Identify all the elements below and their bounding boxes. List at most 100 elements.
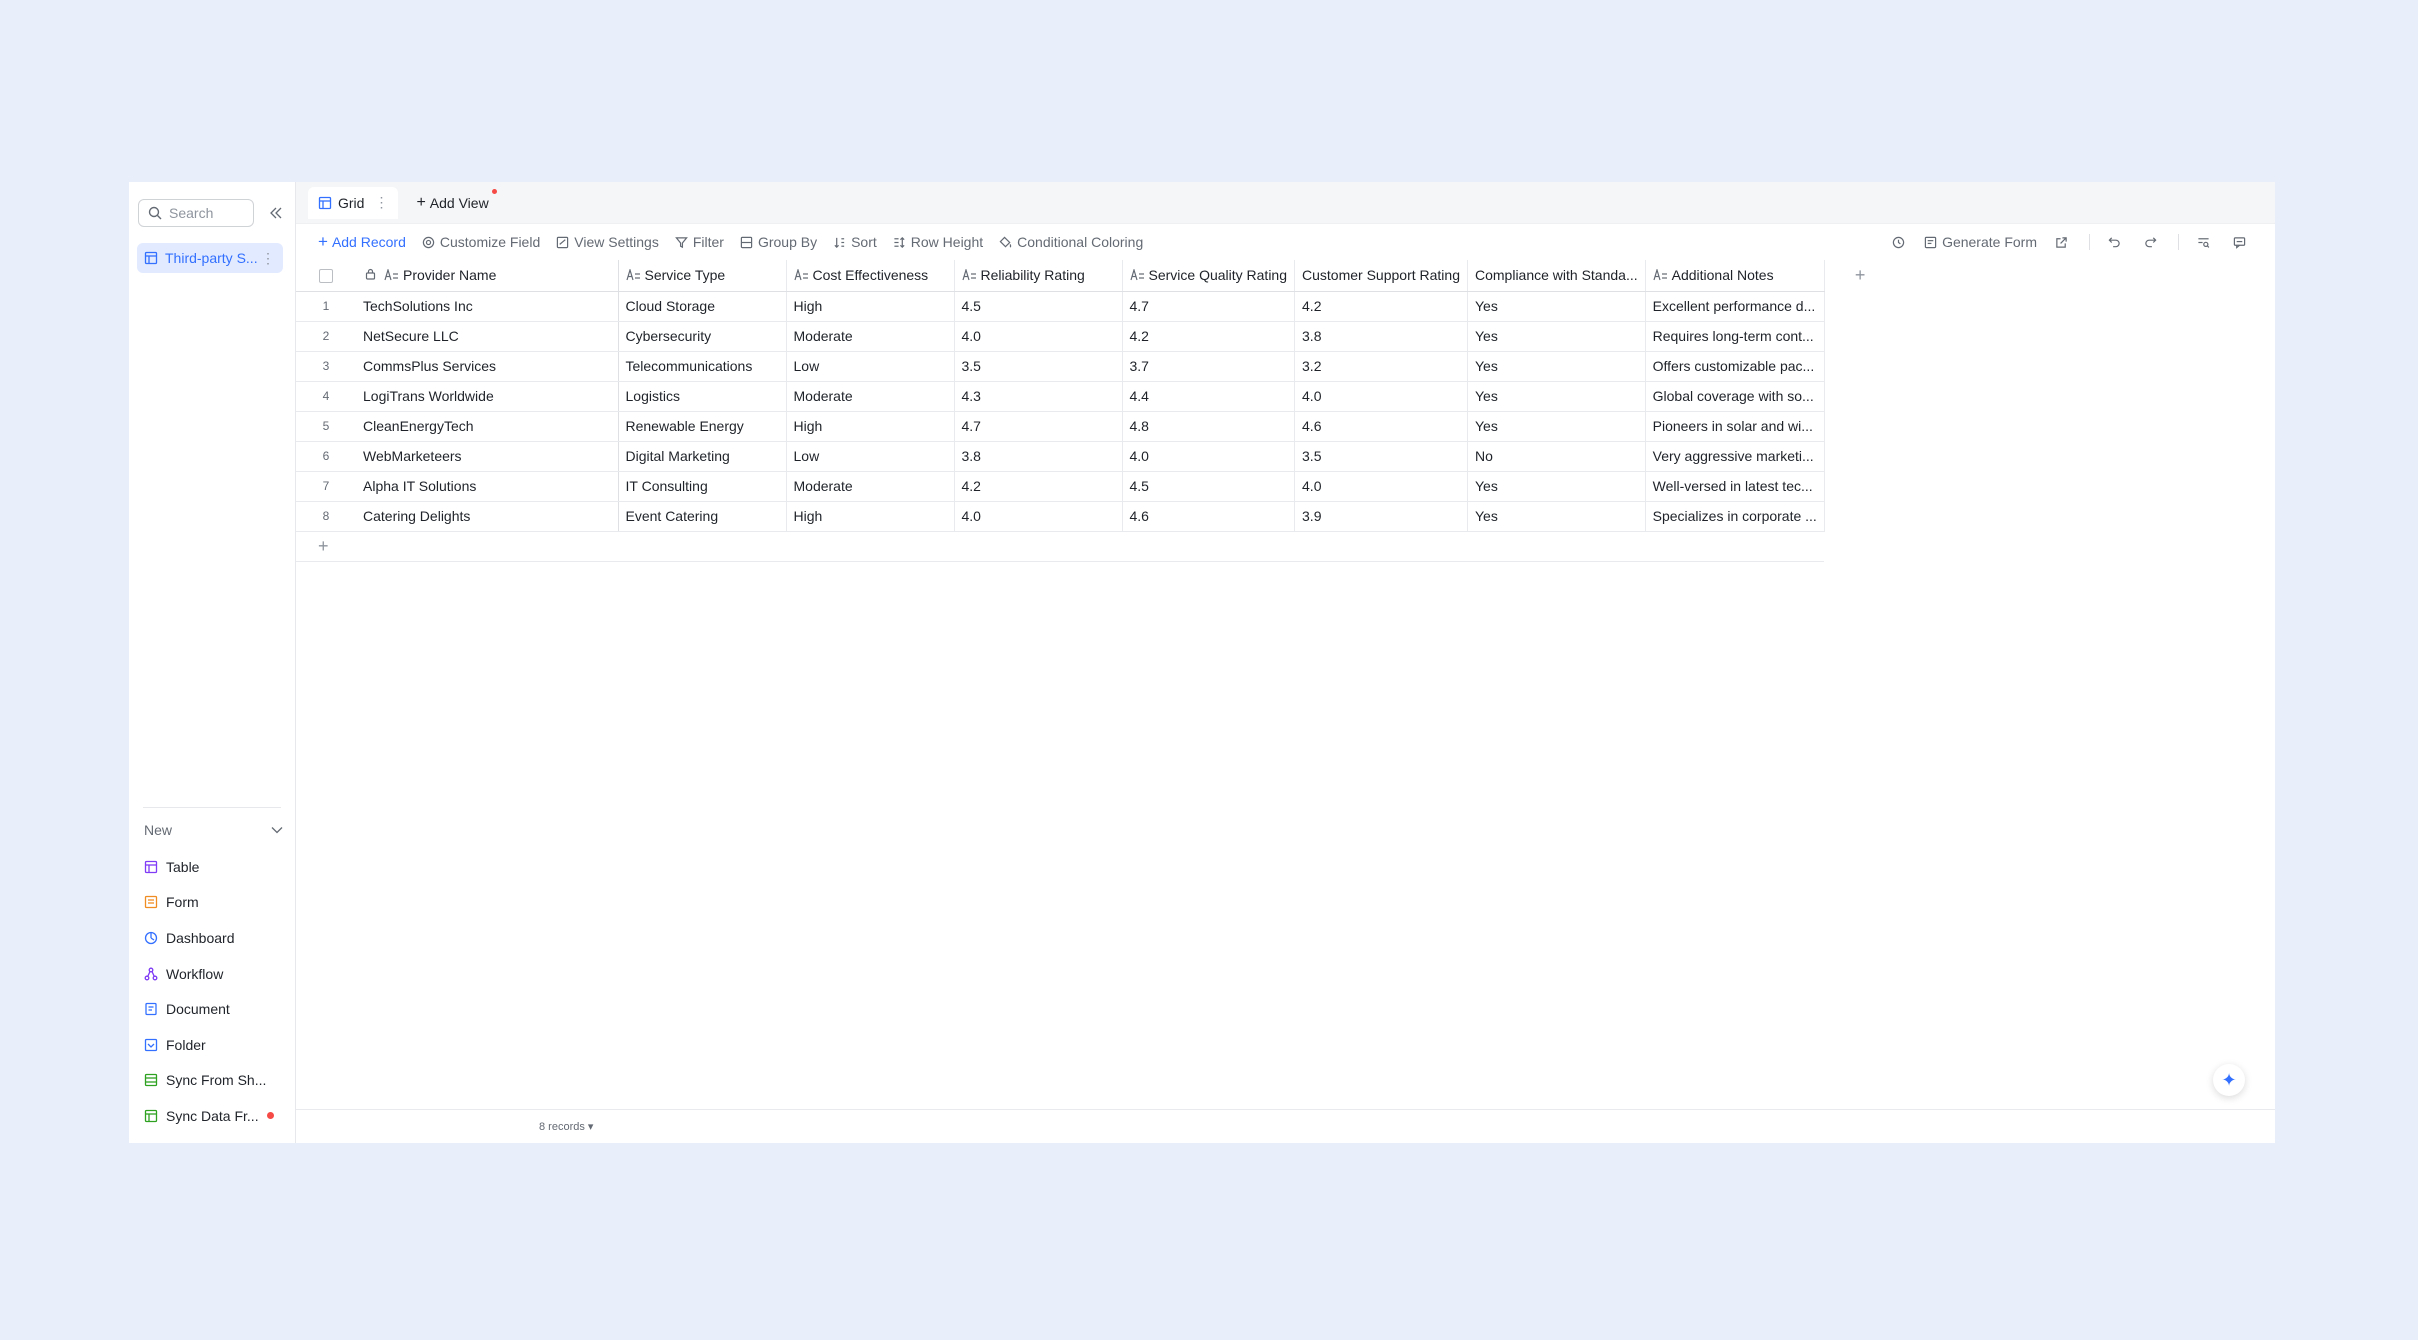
- collapse-sidebar-icon[interactable]: [267, 204, 285, 222]
- cell-service-type[interactable]: Cybersecurity: [618, 321, 787, 352]
- cell-compliance[interactable]: Yes: [1467, 291, 1646, 322]
- cell-customer-support-rating[interactable]: 3.2: [1294, 351, 1468, 382]
- sort-button[interactable]: Sort: [833, 234, 877, 250]
- tab-grid[interactable]: Grid ⋮: [308, 186, 399, 219]
- cell-provider-name[interactable]: WebMarketeers: [356, 441, 619, 472]
- cell-service-quality-rating[interactable]: 4.6: [1122, 501, 1296, 532]
- column-header-service-quality-rating[interactable]: Service Quality Rating: [1122, 260, 1296, 292]
- cell-reliability-rating[interactable]: 4.2: [954, 471, 1123, 502]
- column-header-reliability-rating[interactable]: Reliability Rating: [954, 260, 1123, 292]
- redo-button[interactable]: [2144, 236, 2162, 249]
- cell-service-quality-rating[interactable]: 3.7: [1122, 351, 1296, 382]
- new-menu-toggle[interactable]: New: [144, 822, 284, 838]
- add-row-button[interactable]: +: [296, 531, 1825, 562]
- cell-compliance[interactable]: Yes: [1467, 381, 1646, 412]
- new-folder-button[interactable]: Folder: [144, 1027, 274, 1063]
- cell-cost-effectiveness[interactable]: Low: [786, 351, 955, 382]
- add-view-button[interactable]: + Add View: [406, 187, 498, 219]
- column-header-additional-notes[interactable]: Additional Notes: [1645, 260, 1825, 292]
- cell-service-type[interactable]: Telecommunications: [618, 351, 787, 382]
- add-record-button[interactable]: + Add Record: [318, 232, 406, 252]
- cell-additional-notes[interactable]: Well-versed in latest tec...: [1645, 471, 1825, 502]
- cell-service-quality-rating[interactable]: 4.0: [1122, 441, 1296, 472]
- cell-provider-name[interactable]: LogiTrans Worldwide: [356, 381, 619, 412]
- cell-cost-effectiveness[interactable]: High: [786, 501, 955, 532]
- table-row[interactable]: 1 TechSolutions Inc Cloud Storage High 4…: [296, 291, 1884, 322]
- cell-compliance[interactable]: Yes: [1467, 411, 1646, 442]
- table-row[interactable]: 6 WebMarketeers Digital Marketing Low 3.…: [296, 441, 1884, 472]
- cell-additional-notes[interactable]: Pioneers in solar and wi...: [1645, 411, 1825, 442]
- cell-additional-notes[interactable]: Global coverage with so...: [1645, 381, 1825, 412]
- generate-form-button[interactable]: Generate Form: [1924, 234, 2037, 250]
- cell-customer-support-rating[interactable]: 4.2: [1294, 291, 1468, 322]
- cell-cost-effectiveness[interactable]: Moderate: [786, 471, 955, 502]
- cell-reliability-rating[interactable]: 3.5: [954, 351, 1123, 382]
- cell-provider-name[interactable]: NetSecure LLC: [356, 321, 619, 352]
- table-row[interactable]: 8 Catering Delights Event Catering High …: [296, 501, 1884, 532]
- table-row[interactable]: 7 Alpha IT Solutions IT Consulting Moder…: [296, 471, 1884, 502]
- undo-button[interactable]: [2108, 236, 2126, 249]
- cell-reliability-rating[interactable]: 4.7: [954, 411, 1123, 442]
- cell-customer-support-rating[interactable]: 3.5: [1294, 441, 1468, 472]
- group-by-button[interactable]: Group By: [740, 234, 817, 250]
- cell-provider-name[interactable]: Catering Delights: [356, 501, 619, 532]
- cell-service-quality-rating[interactable]: 4.8: [1122, 411, 1296, 442]
- cell-compliance[interactable]: Yes: [1467, 351, 1646, 382]
- cell-cost-effectiveness[interactable]: High: [786, 291, 955, 322]
- cell-compliance[interactable]: Yes: [1467, 471, 1646, 502]
- cell-provider-name[interactable]: CleanEnergyTech: [356, 411, 619, 442]
- cell-customer-support-rating[interactable]: 4.0: [1294, 381, 1468, 412]
- cell-service-type[interactable]: Renewable Energy: [618, 411, 787, 442]
- share-button[interactable]: [2055, 236, 2073, 249]
- cell-compliance[interactable]: Yes: [1467, 501, 1646, 532]
- search-records-button[interactable]: [2197, 236, 2215, 249]
- cell-reliability-rating[interactable]: 4.0: [954, 501, 1123, 532]
- new-dashboard-button[interactable]: Dashboard: [144, 920, 274, 956]
- customize-field-button[interactable]: Customize Field: [422, 234, 540, 250]
- cell-cost-effectiveness[interactable]: Moderate: [786, 321, 955, 352]
- new-sync-from-sheet-button[interactable]: Sync From Sh...: [144, 1063, 274, 1099]
- cell-cost-effectiveness[interactable]: Low: [786, 441, 955, 472]
- new-table-button[interactable]: Table: [144, 849, 274, 885]
- column-header-cost-effectiveness[interactable]: Cost Effectiveness: [786, 260, 955, 292]
- column-header-provider-name[interactable]: Provider Name: [356, 260, 619, 292]
- cell-additional-notes[interactable]: Very aggressive marketi...: [1645, 441, 1825, 472]
- new-document-button[interactable]: Document: [144, 991, 274, 1027]
- cell-service-quality-rating[interactable]: 4.2: [1122, 321, 1296, 352]
- ai-assistant-button[interactable]: ✦: [2213, 1064, 2245, 1096]
- select-all-checkbox[interactable]: [319, 268, 333, 283]
- history-button[interactable]: [1892, 236, 1910, 249]
- cell-customer-support-rating[interactable]: 3.9: [1294, 501, 1468, 532]
- cell-service-quality-rating[interactable]: 4.4: [1122, 381, 1296, 412]
- table-row[interactable]: 3 CommsPlus Services Telecommunications …: [296, 351, 1884, 382]
- cell-additional-notes[interactable]: Offers customizable pac...: [1645, 351, 1825, 382]
- new-sync-data-button[interactable]: Sync Data Fr...: [144, 1098, 274, 1134]
- column-header-service-type[interactable]: Service Type: [618, 260, 787, 292]
- cell-reliability-rating[interactable]: 4.5: [954, 291, 1123, 322]
- cell-customer-support-rating[interactable]: 4.0: [1294, 471, 1468, 502]
- cell-compliance[interactable]: No: [1467, 441, 1646, 472]
- cell-provider-name[interactable]: TechSolutions Inc: [356, 291, 619, 322]
- cell-service-type[interactable]: Event Catering: [618, 501, 787, 532]
- cell-service-quality-rating[interactable]: 4.7: [1122, 291, 1296, 322]
- cell-service-quality-rating[interactable]: 4.5: [1122, 471, 1296, 502]
- cell-customer-support-rating[interactable]: 4.6: [1294, 411, 1468, 442]
- cell-service-type[interactable]: IT Consulting: [618, 471, 787, 502]
- add-column-button[interactable]: +: [1824, 260, 1884, 291]
- new-form-button[interactable]: Form: [144, 885, 274, 921]
- table-row[interactable]: 2 NetSecure LLC Cybersecurity Moderate 4…: [296, 321, 1884, 352]
- table-row[interactable]: 5 CleanEnergyTech Renewable Energy High …: [296, 411, 1884, 442]
- cell-cost-effectiveness[interactable]: High: [786, 411, 955, 442]
- cell-service-type[interactable]: Logistics: [618, 381, 787, 412]
- filter-button[interactable]: Filter: [674, 234, 724, 250]
- sidebar-item-table[interactable]: Third-party S... ⋮: [137, 243, 283, 273]
- cell-provider-name[interactable]: Alpha IT Solutions: [356, 471, 619, 502]
- select-all-cell[interactable]: [296, 260, 356, 292]
- table-row[interactable]: 4 LogiTrans Worldwide Logistics Moderate…: [296, 381, 1884, 412]
- cell-customer-support-rating[interactable]: 3.8: [1294, 321, 1468, 352]
- cell-provider-name[interactable]: CommsPlus Services: [356, 351, 619, 382]
- cell-reliability-rating[interactable]: 4.3: [954, 381, 1123, 412]
- cell-additional-notes[interactable]: Excellent performance d...: [1645, 291, 1825, 322]
- comments-button[interactable]: [2233, 236, 2251, 249]
- cell-additional-notes[interactable]: Requires long-term cont...: [1645, 321, 1825, 352]
